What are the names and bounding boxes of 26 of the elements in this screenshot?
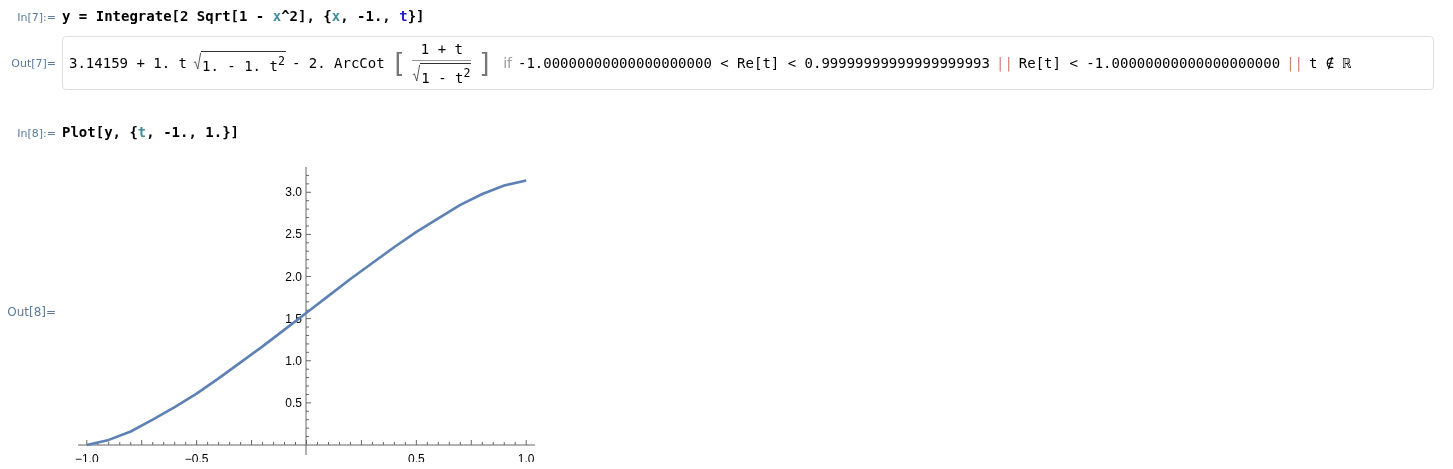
code-input[interactable]: y = Integrate[2 Sqrt[1 - x^2], {x, -1., t}]: [62, 8, 425, 24]
y-tick-label: 0.5: [285, 395, 302, 410]
bracket: [: [390, 50, 407, 76]
condition-text: t ∉ ℝ: [1309, 55, 1352, 71]
cell-label: In[7]:=: [16, 10, 57, 24]
cell-label: In[8]:=: [16, 126, 57, 140]
bracket: ]: [477, 50, 494, 76]
radical-sign-icon: [412, 62, 421, 83]
cell-label: Out[8]=: [6, 305, 57, 319]
condition-text: Re[t] < -1.00000000000000000000: [1018, 55, 1281, 71]
or-operator: ||: [995, 55, 1013, 71]
code-input[interactable]: Plot[y, {t, -1., 1.}]: [62, 124, 239, 140]
condition-keyword: if: [503, 55, 512, 71]
fraction-denominator: 1 - t$^{2}$: [420, 62, 472, 87]
radical-sign-icon: [193, 51, 201, 72]
formula-text: 1. - 1. t$^{2}$: [201, 51, 286, 75]
y-tick-label: 1.0: [285, 353, 302, 368]
condition-text: -1.00000000000000000000 < Re[t] < 0.99999999999999999993: [517, 55, 990, 71]
cell-label: Out[7]=: [10, 56, 57, 70]
y-tick-label: 3.0: [285, 185, 302, 200]
y-tick-label: 2.5: [285, 227, 302, 242]
fraction-numerator: 1 + t: [420, 39, 463, 58]
or-operator: ||: [1286, 55, 1303, 71]
formula-text: 3.14159 + 1. t: [69, 55, 187, 71]
formula-text: - 2. ArcCot: [291, 55, 385, 71]
y-tick-label: 2.0: [285, 269, 302, 284]
